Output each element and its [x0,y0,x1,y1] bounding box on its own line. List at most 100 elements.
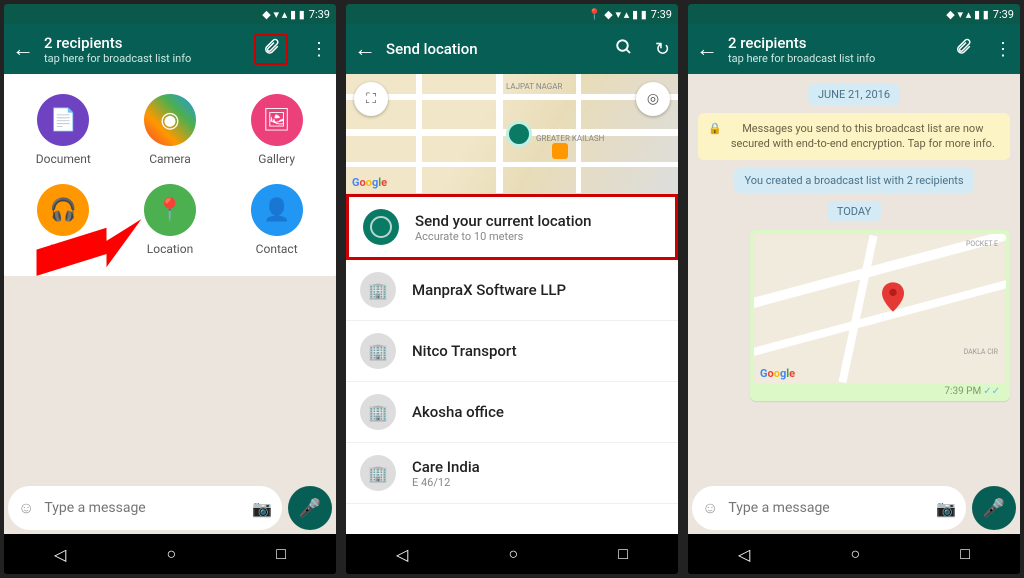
screenshot-location-sent: ◆ ▾ ▴ ▮ ▮ 7:39 ← 2 recipients tap here f… [688,4,1020,574]
attach-document[interactable]: 📄Document [14,94,113,166]
search-icon[interactable] [615,38,633,61]
chat-messages: JUNE 21, 2016 🔒Messages you send to this… [688,74,1020,411]
message-timestamp: 7:39 PM✓✓ [754,384,1006,397]
place-icon: 🏢 [360,394,396,430]
attach-icon[interactable] [254,34,288,65]
sent-location-message[interactable]: POCKET E DAKLA CIR Google 7:39 PM✓✓ [750,230,1010,401]
message-input[interactable]: ☺ 📷 [692,486,966,530]
attach-camera[interactable]: ◉Camera [121,94,220,166]
camera-input-icon[interactable]: 📷 [252,499,272,518]
audio-icon: 🎧 [37,184,89,236]
app-bar: ← 2 recipients tap here for broadcast li… [4,24,336,74]
mic-button[interactable]: 🎤 [288,486,332,530]
attach-gallery[interactable]: 🖼Gallery [227,94,326,166]
nav-recent[interactable]: □ [276,544,286,564]
back-icon[interactable]: ← [12,36,34,62]
android-nav-bar: ◁ ○ □ [346,534,678,574]
status-bar: 📍 ◆ ▾ ▴ ▮ ▮ 7:39 [346,4,678,24]
poi-marker [552,143,568,159]
nav-home[interactable]: ○ [166,544,176,564]
my-location-button[interactable]: ◎ [636,82,670,116]
map-preview[interactable]: LAJPAT NAGAR GREATER KAILASH ⛶ ◎ Google [346,74,678,194]
google-logo: Google [760,367,795,380]
location-icon: 📍 [144,184,196,236]
more-icon[interactable]: ⋮ [994,39,1012,60]
document-icon: 📄 [37,94,89,146]
refresh-icon[interactable]: ↻ [655,39,670,60]
attach-contact[interactable]: 👤Contact [227,184,326,256]
date-divider: TODAY [827,201,881,222]
header-title-block[interactable]: 2 recipients tap here for broadcast list… [728,34,932,65]
nav-back[interactable]: ◁ [396,545,408,564]
message-text-field[interactable] [44,500,242,516]
place-icon: 🏢 [360,455,396,491]
place-icon: 🏢 [360,333,396,369]
app-bar: ← 2 recipients tap here for broadcast li… [688,24,1020,74]
send-current-location[interactable]: Send your current location Accurate to 1… [346,194,678,260]
message-text-field[interactable] [728,500,926,516]
screenshot-send-location: 📍 ◆ ▾ ▴ ▮ ▮ 7:39 ← Send location ↻ LAJPA… [346,4,678,574]
header-title-block[interactable]: 2 recipients tap here for broadcast list… [44,34,232,65]
screenshot-attachment-menu: ◆ ▾ ▴ ▮ ▮ 7:39 ← 2 recipients tap here f… [4,4,336,574]
chat-content: JUNE 21, 2016 🔒Messages you send to this… [688,74,1020,534]
nav-recent[interactable]: □ [960,544,970,564]
status-time: 7:39 [309,8,330,21]
mic-button[interactable]: 🎤 [972,486,1016,530]
back-icon[interactable]: ← [354,36,376,62]
nav-back[interactable]: ◁ [54,545,66,564]
attach-audio[interactable]: 🎧Audio [14,184,113,256]
gallery-icon: 🖼 [251,94,303,146]
current-location-icon [363,209,399,245]
chat-subtitle: tap here for broadcast list info [44,52,232,65]
nav-home[interactable]: ○ [508,544,518,564]
system-message: You created a broadcast list with 2 reci… [734,168,973,193]
android-nav-bar: ◁ ○ □ [688,534,1020,574]
location-list: Send your current location Accurate to 1… [346,194,678,504]
camera-icon: ◉ [144,94,196,146]
status-time: 7:39 [651,8,672,21]
lock-icon: 🔒 [708,121,722,136]
emoji-icon[interactable]: ☺ [702,498,718,518]
back-icon[interactable]: ← [696,36,718,62]
message-map-thumbnail: POCKET E DAKLA CIR Google [754,234,1006,384]
chat-title: 2 recipients [728,34,932,52]
header-title-block: Send location [386,40,593,58]
chat-content: 📄Document ◉Camera 🖼Gallery 🎧Audio 📍Locat… [4,74,336,534]
location-content: LAJPAT NAGAR GREATER KAILASH ⛶ ◎ Google … [346,74,678,534]
status-bar: ◆ ▾ ▴ ▮ ▮ 7:39 [4,4,336,24]
more-icon[interactable]: ⋮ [310,39,328,60]
message-input-bar: ☺ 📷 🎤 [8,486,332,530]
app-bar: ← Send location ↻ [346,24,678,74]
delivered-icon: ✓✓ [983,386,1000,397]
nav-recent[interactable]: □ [618,544,628,564]
attach-location[interactable]: 📍Location [121,184,220,256]
place-icon: 🏢 [360,272,396,308]
status-time: 7:39 [993,8,1014,21]
nav-home[interactable]: ○ [850,544,860,564]
date-divider: JUNE 21, 2016 [808,84,900,105]
chat-subtitle: tap here for broadcast list info [728,52,932,65]
message-input-bar: ☺ 📷 🎤 [692,486,1016,530]
status-icons: ◆ ▾ ▴ ▮ ▮ [946,8,989,21]
nearby-place[interactable]: 🏢ManpraX Software LLP [346,260,678,321]
status-icons: 📍 ◆ ▾ ▴ ▮ ▮ [588,8,647,21]
attachment-panel: 📄Document ◉Camera 🖼Gallery 🎧Audio 📍Locat… [4,74,336,276]
message-input[interactable]: ☺ 📷 [8,486,282,530]
android-nav-bar: ◁ ○ □ [4,534,336,574]
map-pin-icon [882,282,904,316]
screen-title: Send location [386,40,593,58]
nearby-place[interactable]: 🏢Care IndiaE 46/12 [346,443,678,504]
nav-back[interactable]: ◁ [738,545,750,564]
emoji-icon[interactable]: ☺ [18,498,34,518]
fullscreen-map-button[interactable]: ⛶ [354,82,388,116]
nearby-place[interactable]: 🏢Nitco Transport [346,321,678,382]
status-bar: ◆ ▾ ▴ ▮ ▮ 7:39 [688,4,1020,24]
current-location-pin [506,121,532,147]
contact-icon: 👤 [251,184,303,236]
encryption-notice[interactable]: 🔒Messages you send to this broadcast lis… [698,113,1010,160]
nearby-place[interactable]: 🏢Akosha office [346,382,678,443]
camera-input-icon[interactable]: 📷 [936,499,956,518]
google-logo: Google [352,176,387,189]
status-icons: ◆ ▾ ▴ ▮ ▮ [262,8,305,21]
attach-icon[interactable] [954,38,972,61]
